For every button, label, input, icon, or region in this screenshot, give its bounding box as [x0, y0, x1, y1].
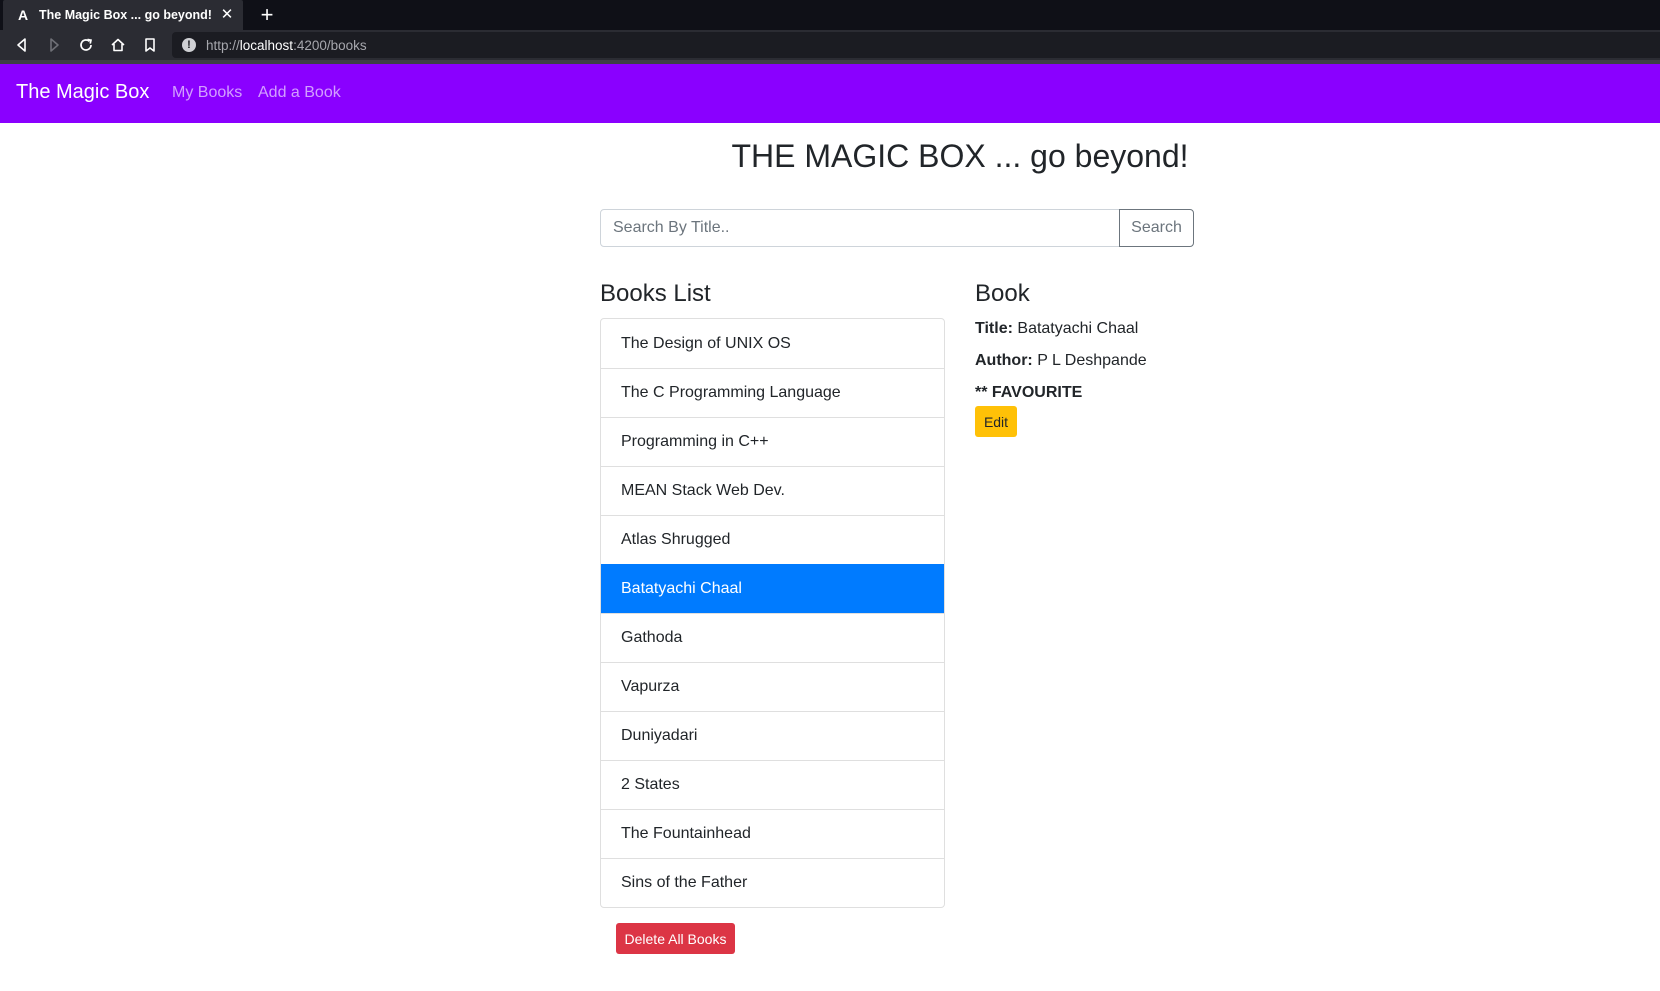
reload-icon[interactable] [70, 30, 102, 60]
book-list-item[interactable]: Atlas Shrugged [601, 515, 944, 564]
nav-link-my-books[interactable]: My Books [172, 84, 242, 102]
book-list-item[interactable]: MEAN Stack Web Dev. [601, 466, 944, 515]
url-scheme: http:// [206, 37, 240, 53]
book-list-item[interactable]: Duniyadari [601, 711, 944, 760]
browser-tab[interactable]: A The Magic Box ... go beyond! ✕ [3, 0, 243, 30]
address-bar[interactable]: ! http://localhost:4200/books [172, 32, 1660, 58]
site-info-icon[interactable]: ! [182, 38, 196, 52]
forward-icon[interactable] [38, 30, 70, 60]
books-list-heading: Books List [600, 280, 711, 307]
book-title-line: Title: Batatyachi Chaal [975, 320, 1138, 338]
bookmark-icon[interactable] [134, 30, 166, 60]
url-text: http://localhost:4200/books [206, 38, 367, 53]
book-list-item[interactable]: 2 States [601, 760, 944, 809]
navbar-brand[interactable]: The Magic Box [16, 81, 149, 104]
book-author-value: P L Deshpande [1037, 352, 1147, 369]
book-list-item[interactable]: The Fountainhead [601, 809, 944, 858]
book-title-value: Batatyachi Chaal [1017, 320, 1139, 337]
favourite-label: ** FAVOURITE [975, 384, 1083, 401]
browser-tab-bar: A The Magic Box ... go beyond! ✕ + [0, 0, 1660, 30]
new-tab-icon[interactable]: + [256, 4, 278, 26]
book-list-item[interactable]: The Design of UNIX OS [601, 319, 944, 368]
favourite-line: ** FAVOURITE [975, 384, 1082, 402]
edit-button[interactable]: Edit [975, 406, 1017, 437]
book-list-item[interactable]: Programming in C++ [601, 417, 944, 466]
home-icon[interactable] [102, 30, 134, 60]
book-list-item[interactable]: Sins of the Father [601, 858, 944, 907]
book-list-item[interactable]: Vapurza [601, 662, 944, 711]
url-host: localhost [239, 37, 294, 53]
book-detail-heading: Book [975, 280, 1030, 307]
back-icon[interactable] [6, 30, 38, 60]
book-list-item[interactable]: The C Programming Language [601, 368, 944, 417]
delete-all-books-button[interactable]: Delete All Books [616, 923, 735, 954]
nav-link-add-book[interactable]: Add a Book [258, 84, 341, 102]
tab-title: The Magic Box ... go beyond! [39, 8, 212, 22]
search-group: Search [600, 209, 1195, 247]
books-list: The Design of UNIX OS The C Programming … [600, 318, 945, 908]
book-author-label: Author: [975, 352, 1033, 369]
search-input[interactable] [600, 209, 1120, 247]
book-author-line: Author: P L Deshpande [975, 352, 1147, 370]
page-title: THE MAGIC BOX ... go beyond! [731, 138, 1189, 174]
angular-favicon-icon: A [17, 7, 29, 23]
book-title-label: Title: [975, 320, 1013, 337]
browser-toolbar: ! http://localhost:4200/books [0, 30, 1660, 64]
close-tab-icon[interactable]: ✕ [219, 7, 235, 23]
book-list-item[interactable]: Gathoda [601, 613, 944, 662]
url-path: :4200/books [293, 37, 367, 53]
app-navbar: The Magic Box My Books Add a Book [0, 64, 1660, 123]
search-button[interactable]: Search [1119, 209, 1194, 247]
book-list-item-active[interactable]: Batatyachi Chaal [601, 564, 944, 613]
